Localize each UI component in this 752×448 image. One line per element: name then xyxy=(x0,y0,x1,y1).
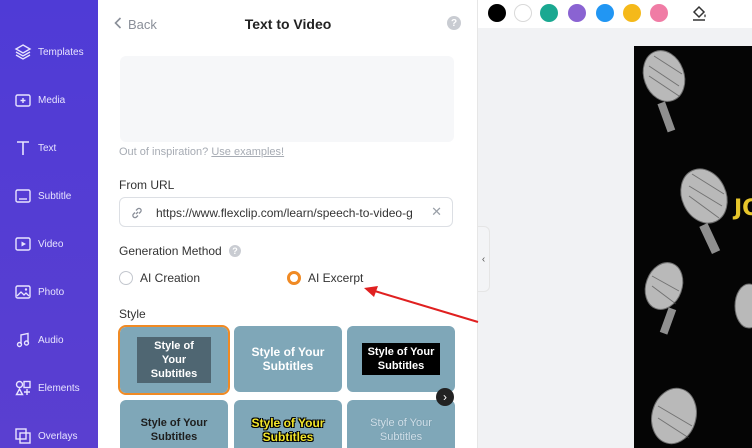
sidebar: Templates Media Text Subtitle Video Phot… xyxy=(0,0,98,448)
help-icon[interactable]: ? xyxy=(229,245,241,257)
sidebar-item-overlays[interactable]: Overlays xyxy=(0,416,98,448)
radio-ai-creation[interactable]: AI Creation xyxy=(119,271,200,285)
generation-method-label: Generation Method xyxy=(119,244,222,258)
sidebar-item-label: Audio xyxy=(38,334,64,346)
microphone-image xyxy=(642,50,752,445)
photo-icon xyxy=(14,283,32,301)
radio-label: AI Creation xyxy=(140,271,201,285)
color-swatch-black[interactable] xyxy=(488,4,506,22)
paint-bucket-icon[interactable] xyxy=(690,4,708,27)
sidebar-item-media[interactable]: Media xyxy=(0,80,98,120)
text-to-video-panel: Back Text to Video ? Out of inspiration?… xyxy=(98,0,478,448)
sidebar-item-label: Elements xyxy=(38,382,80,394)
sidebar-item-label: Media xyxy=(38,94,66,106)
style-thumb-2[interactable]: Style of Your Subtitles xyxy=(234,326,342,392)
layers-icon xyxy=(14,43,32,61)
radio-label: AI Excerpt xyxy=(308,271,364,285)
from-url-label: From URL xyxy=(119,178,175,192)
color-swatch-yellow[interactable] xyxy=(623,4,641,22)
style-preview-text: Style of Your Subtitles xyxy=(251,345,325,373)
style-thumb-5[interactable]: Style of Your Subtitles xyxy=(234,400,342,448)
style-preview-text: Style of Your Subtitles xyxy=(140,417,208,443)
sidebar-item-subtitle[interactable]: Subtitle xyxy=(0,176,98,216)
color-swatch-blue[interactable] xyxy=(596,4,614,22)
style-thumb-6[interactable]: Style of Your Subtitles xyxy=(347,400,455,448)
style-preview-text: Style of Your Subtitles xyxy=(362,343,440,375)
inspiration-text: Out of inspiration? xyxy=(119,146,209,158)
sidebar-item-video[interactable]: Video xyxy=(0,224,98,264)
color-swatch-teal[interactable] xyxy=(540,4,558,22)
sidebar-item-audio[interactable]: Audio xyxy=(0,320,98,360)
sidebar-item-label: Video xyxy=(38,238,64,250)
sidebar-item-label: Text xyxy=(38,142,57,154)
color-swatch-white[interactable] xyxy=(514,4,532,22)
radio-ai-excerpt[interactable]: AI Excerpt xyxy=(287,271,363,285)
sidebar-item-elements[interactable]: Elements xyxy=(0,368,98,408)
elements-icon xyxy=(14,379,32,397)
sidebar-item-label: Templates xyxy=(38,46,84,58)
chevron-right-icon: › xyxy=(443,390,447,404)
style-thumb-1[interactable]: Style of Your Subtitles xyxy=(118,325,230,395)
help-icon[interactable]: ? xyxy=(447,16,461,30)
next-styles-button[interactable]: › xyxy=(436,388,454,406)
subtitle-icon xyxy=(14,187,32,205)
overlays-icon xyxy=(14,427,32,445)
style-preview-text: Style of Your Subtitles xyxy=(137,337,211,383)
sidebar-item-label: Subtitle xyxy=(38,190,72,202)
text-icon xyxy=(14,139,32,157)
audio-icon xyxy=(14,331,32,349)
link-icon xyxy=(130,206,144,225)
sidebar-item-templates[interactable]: Templates xyxy=(0,32,98,72)
video-icon xyxy=(14,235,32,253)
sidebar-item-photo[interactable]: Photo xyxy=(0,272,98,312)
annotation-arrow xyxy=(364,286,479,323)
preview-text: JO xyxy=(734,196,752,221)
sidebar-item-label: Overlays xyxy=(38,430,78,442)
chevron-left-icon: ‹ xyxy=(481,253,486,265)
page-title: Text to Video xyxy=(244,16,332,32)
color-swatch-purple[interactable] xyxy=(568,4,586,22)
style-label: Style xyxy=(119,307,146,321)
media-folder-icon xyxy=(14,91,32,109)
inspiration-hint: Out of inspiration? Use examples! xyxy=(119,146,284,158)
sidebar-item-text[interactable]: Text xyxy=(0,128,98,168)
video-preview[interactable] xyxy=(634,46,752,448)
style-thumb-4[interactable]: Style of Your Subtitles xyxy=(120,400,228,448)
use-examples-link[interactable]: Use examples! xyxy=(211,146,284,158)
style-thumb-3[interactable]: Style of Your Subtitles xyxy=(347,326,455,392)
url-value: https://www.flexclip.com/learn/speech-to… xyxy=(156,206,413,220)
radio-circle[interactable] xyxy=(119,271,133,285)
clear-icon[interactable]: ✕ xyxy=(431,204,442,220)
radio-circle-selected[interactable] xyxy=(287,271,301,285)
color-swatch-pink[interactable] xyxy=(650,4,668,22)
style-preview-text: Style of Your Subtitles xyxy=(370,417,432,443)
text-input-area[interactable] xyxy=(120,56,454,142)
style-preview-text: Style of Your Subtitles xyxy=(251,416,325,444)
sidebar-item-label: Photo xyxy=(38,286,65,298)
url-input[interactable]: https://www.flexclip.com/learn/speech-to… xyxy=(119,197,453,227)
